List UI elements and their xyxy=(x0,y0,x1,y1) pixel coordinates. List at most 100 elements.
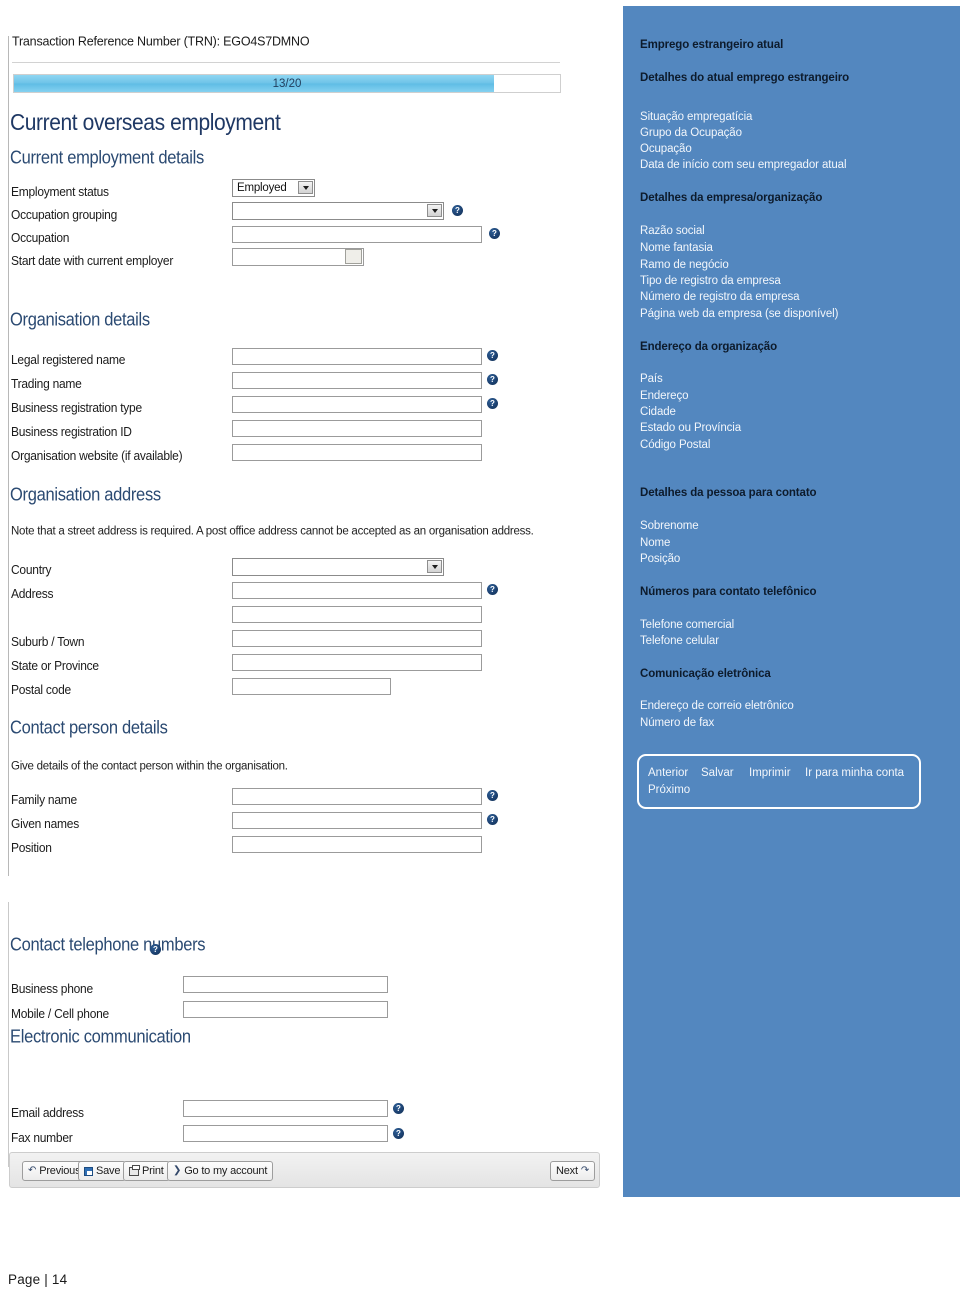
translation-item: Razão social xyxy=(640,225,705,237)
save-button[interactable]: Save xyxy=(78,1161,127,1181)
go-to-my-account-button[interactable]: ❯ Go to my account xyxy=(167,1161,274,1181)
translation-button-next: Próximo xyxy=(648,784,691,796)
translation-item: Nome fantasia xyxy=(640,242,713,254)
print-button-label: Print xyxy=(142,1165,164,1177)
translation-button-save: Salvar xyxy=(701,767,734,779)
arrow-right-icon: ↷ xyxy=(580,1165,590,1176)
next-button-label: Next xyxy=(556,1165,578,1177)
start-date-input[interactable] xyxy=(232,248,364,266)
mobile-cell-phone-input[interactable] xyxy=(183,1001,388,1018)
translation-item: Cidade xyxy=(640,406,676,418)
section-heading-electronic-communication: Electronic communication xyxy=(10,1027,191,1048)
translation-button-print: Imprimir xyxy=(749,767,791,779)
occupation-input[interactable] xyxy=(232,226,482,243)
organisation-address-note: Note that a street address is required. … xyxy=(11,525,534,538)
label-family-name: Family name xyxy=(11,792,77,808)
contact-person-note: Give details of the contact person withi… xyxy=(11,760,288,773)
footer-divider xyxy=(0,1260,960,1261)
given-names-input[interactable] xyxy=(232,812,482,829)
help-icon-given-names[interactable]: ? xyxy=(487,814,498,825)
translation-title: Emprego estrangeiro atual xyxy=(640,39,784,51)
label-given-names: Given names xyxy=(11,816,79,832)
employment-status-value: Employed xyxy=(237,182,287,194)
translation-item: Ramo de negócio xyxy=(640,259,729,271)
chevron-right-icon: ❯ xyxy=(173,1165,182,1176)
business-registration-type-input[interactable] xyxy=(232,396,482,413)
translation-item: Sobrenome xyxy=(640,520,699,532)
translation-button-previous: Anterior xyxy=(648,767,689,779)
printer-icon xyxy=(129,1164,140,1176)
translation-item: Número de registro da empresa xyxy=(640,291,800,303)
translation-item: Endereço xyxy=(640,390,689,402)
trading-name-input[interactable] xyxy=(232,372,482,389)
help-icon-family-name[interactable]: ? xyxy=(487,790,498,801)
translation-item: Ocupação xyxy=(640,143,692,155)
next-button[interactable]: Next ↷ xyxy=(550,1161,596,1181)
application-form-screenshot: Transaction Reference Number (TRN): EGO4… xyxy=(0,22,612,1207)
previous-button-label: Previous xyxy=(39,1165,81,1177)
organisation-website-input[interactable] xyxy=(232,444,482,461)
label-start-date-with-current-employer: Start date with current employer xyxy=(11,253,174,269)
label-business-registration-type: Business registration type xyxy=(11,400,142,416)
help-icon-legal-registered-name[interactable]: ? xyxy=(487,350,498,361)
label-business-phone: Business phone xyxy=(11,981,93,997)
help-icon-address[interactable]: ? xyxy=(487,584,498,595)
suburb-town-input[interactable] xyxy=(232,630,482,647)
label-state-or-province: State or Province xyxy=(11,658,99,674)
business-registration-id-input[interactable] xyxy=(232,420,482,437)
chevron-down-icon[interactable] xyxy=(427,560,442,573)
chevron-down-icon[interactable] xyxy=(427,204,442,217)
form-toolbar: ↶ Previous Save Print ❯ Go to my account… xyxy=(9,1152,600,1188)
translation-heading-telephone-numbers: Números para contato telefônico xyxy=(640,586,817,598)
email-address-input[interactable] xyxy=(183,1100,388,1117)
translation-item: Telefone celular xyxy=(640,635,719,647)
business-phone-input[interactable] xyxy=(183,976,388,993)
translation-heading-company-details: Detalhes da empresa/organização xyxy=(640,192,823,204)
chevron-down-icon[interactable] xyxy=(298,181,313,194)
previous-button[interactable]: ↶ Previous xyxy=(22,1161,87,1181)
label-address: Address xyxy=(11,586,54,602)
address-line-2-input[interactable] xyxy=(232,606,482,623)
translation-item: Tipo de registro da empresa xyxy=(640,275,781,287)
form-left-border xyxy=(8,36,9,876)
label-legal-registered-name: Legal registered name xyxy=(11,352,126,368)
translation-heading-contact-person: Detalhes da pessoa para contato xyxy=(640,487,817,499)
help-icon-occupation[interactable]: ? xyxy=(489,228,500,239)
help-icon-trading-name[interactable]: ? xyxy=(487,374,498,385)
calendar-icon[interactable] xyxy=(345,249,362,264)
translation-item: Estado ou Província xyxy=(640,422,742,434)
label-occupation: Occupation xyxy=(11,230,70,246)
label-occupation-grouping: Occupation grouping xyxy=(11,207,117,223)
address-line-1-input[interactable] xyxy=(232,582,482,599)
print-button[interactable]: Print xyxy=(123,1161,170,1181)
translation-heading-organisation-address: Endereço da organização xyxy=(640,341,778,353)
translation-heading-employment-details: Detalhes do atual emprego estrangeiro xyxy=(640,72,850,84)
section-heading-contact-telephone-numbers: Contact telephone numbers xyxy=(10,935,206,956)
label-email-address: Email address xyxy=(11,1105,84,1121)
help-icon-occupation-grouping[interactable]: ? xyxy=(452,205,463,216)
country-select[interactable] xyxy=(232,558,444,576)
translation-item: Grupo da Ocupação xyxy=(640,127,742,139)
employment-status-select[interactable]: Employed xyxy=(232,179,315,197)
save-button-label: Save xyxy=(96,1165,121,1177)
translation-buttons-box: Anterior Salvar Imprimir Ir para minha c… xyxy=(637,754,921,809)
label-fax-number: Fax number xyxy=(11,1130,73,1146)
help-icon-contact-telephone-numbers[interactable]: ? xyxy=(150,944,161,955)
form-left-border-lower xyxy=(8,902,9,1167)
help-icon-email-address[interactable]: ? xyxy=(393,1103,404,1114)
progress-bar-label: 13/20 xyxy=(272,77,302,90)
family-name-input[interactable] xyxy=(232,788,482,805)
occupation-grouping-select[interactable] xyxy=(232,202,444,220)
label-organisation-website: Organisation website (if available) xyxy=(11,448,183,464)
translation-item: Telefone comercial xyxy=(640,619,735,631)
help-icon-business-registration-type[interactable]: ? xyxy=(487,398,498,409)
label-position: Position xyxy=(11,840,52,856)
fax-number-input[interactable] xyxy=(183,1125,388,1142)
state-or-province-input[interactable] xyxy=(232,654,482,671)
help-icon-fax-number[interactable]: ? xyxy=(393,1128,404,1139)
position-input[interactable] xyxy=(232,836,482,853)
label-suburb-town: Suburb / Town xyxy=(11,634,85,650)
translation-item: Posição xyxy=(640,553,681,565)
legal-registered-name-input[interactable] xyxy=(232,348,482,365)
postal-code-input[interactable] xyxy=(232,678,391,695)
